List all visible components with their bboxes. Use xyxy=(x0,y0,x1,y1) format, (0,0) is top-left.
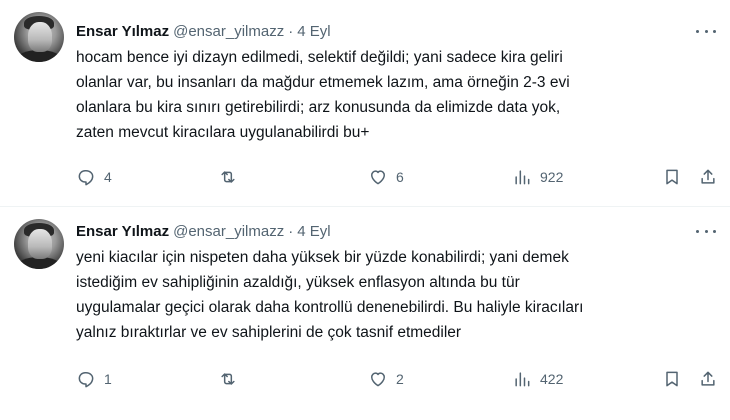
bookmark-icon xyxy=(666,371,678,387)
heart-icon xyxy=(371,372,385,387)
tweet-date[interactable]: 4 Eyl xyxy=(297,23,330,40)
tweet-text-line: yeni kiacılar için nispeten daha yüksek … xyxy=(76,249,569,266)
avatar-face xyxy=(28,229,52,259)
like-button[interactable]: 2 xyxy=(368,367,404,391)
heart-icon xyxy=(371,170,385,185)
avatar[interactable] xyxy=(14,219,64,269)
tweet-header: Ensar Yılmaz @ensar_yilmazz · 4 Eyl xyxy=(76,222,331,242)
more-options-icon[interactable] xyxy=(696,26,716,36)
tweet-actions: 1 2 422 xyxy=(76,367,721,391)
tweet-date[interactable]: 4 Eyl xyxy=(297,223,330,240)
retweet-icon xyxy=(221,171,235,183)
tweet-text-line: zaten mevcut kiracılara uygulanabilirdi … xyxy=(76,124,370,141)
reply-icon xyxy=(78,170,94,186)
views-icon xyxy=(515,372,530,387)
reply-count: 4 xyxy=(104,169,112,185)
tweet-text: hocam bence iyi dizayn edilmedi, selekti… xyxy=(76,45,716,145)
tweet[interactable]: Ensar Yılmaz @ensar_yilmazz · 4 Eyl hocam b… xyxy=(0,0,730,207)
reply-button[interactable]: 4 xyxy=(76,165,112,189)
reply-icon xyxy=(78,372,94,388)
tweet[interactable]: Ensar Yılmaz @ensar_yilmazz · 4 Eyl yeni ki… xyxy=(0,207,730,420)
share-button[interactable] xyxy=(698,165,718,189)
views-button[interactable]: 922 xyxy=(512,165,563,189)
author-name[interactable]: Ensar Yılmaz xyxy=(76,23,169,40)
tweet-text-line: istediğim ev sahipliğinin azaldığı, yüks… xyxy=(76,274,520,291)
tweet-text-line: olanlara bu kira sınırı getirebilirdi; a… xyxy=(76,99,561,116)
share-icon xyxy=(701,371,715,386)
tweet-text: yeni kiacılar için nispeten daha yüksek … xyxy=(76,245,716,345)
views-icon xyxy=(515,170,530,185)
bookmark-button[interactable] xyxy=(662,165,682,189)
view-count: 922 xyxy=(540,169,564,185)
tweet-text-line: hocam bence iyi dizayn edilmedi, selekti… xyxy=(76,49,563,66)
views-button[interactable]: 422 xyxy=(512,367,563,391)
tweet-text-line: uygulamalar geçici olarak daha kontrollü… xyxy=(76,299,584,316)
share-button[interactable] xyxy=(698,367,718,391)
author-handle[interactable]: @ensar_yilmazz xyxy=(173,23,284,40)
author-handle[interactable]: @ensar_yilmazz xyxy=(173,223,284,240)
avatar[interactable] xyxy=(14,12,64,62)
retweet-button[interactable] xyxy=(218,367,246,391)
separator-dot: · xyxy=(288,223,294,240)
tweet-text-line: yalnız bıraktırlar ve ev sahiplerini de … xyxy=(76,324,462,341)
tweet-actions: 4 6 922 xyxy=(76,165,721,189)
more-options-icon[interactable] xyxy=(696,226,716,236)
reply-button[interactable]: 1 xyxy=(76,367,112,391)
bookmark-button[interactable] xyxy=(662,367,682,391)
author-name[interactable]: Ensar Yılmaz xyxy=(76,223,169,240)
like-count: 6 xyxy=(396,169,404,185)
separator-dot: · xyxy=(288,23,294,40)
bookmark-icon xyxy=(666,169,678,185)
tweet-text-line: olanlar var, bu insanları da mağdur etme… xyxy=(76,74,570,91)
share-icon xyxy=(701,169,715,184)
reply-count: 1 xyxy=(104,371,112,387)
view-count: 422 xyxy=(540,371,564,387)
like-count: 2 xyxy=(396,371,404,387)
tweet-header: Ensar Yılmaz @ensar_yilmazz · 4 Eyl xyxy=(76,22,331,42)
retweet-button[interactable] xyxy=(218,165,246,189)
avatar-face xyxy=(28,22,52,52)
retweet-icon xyxy=(221,373,235,385)
like-button[interactable]: 6 xyxy=(368,165,404,189)
